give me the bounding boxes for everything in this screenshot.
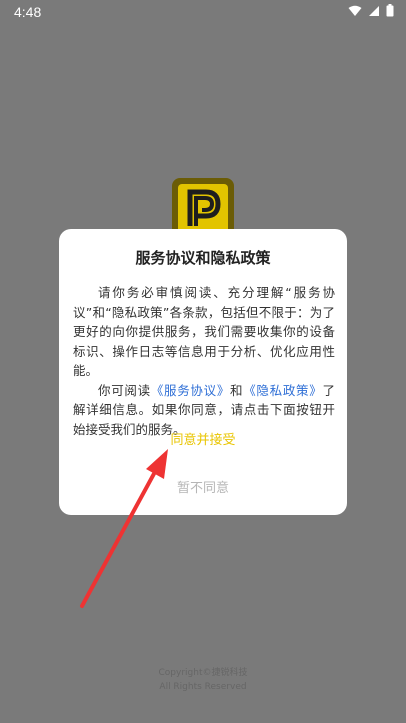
status-bar: 4:48 (0, 0, 406, 26)
status-icons (348, 4, 394, 17)
dialog-paragraph-1: 请你务必审慎阅读、充分理解“服务协议”和“隐私政策”各条款，包括但不限于：为了更… (73, 285, 335, 378)
footer: Copyright©捷锐科技 All Rights Reserved (0, 666, 406, 694)
copyright-text: Copyright©捷锐科技 (158, 668, 248, 678)
service-agreement-link[interactable]: 《服务协议》 (151, 383, 230, 398)
privacy-policy-link[interactable]: 《隐私政策》 (243, 383, 322, 398)
wifi-icon (348, 5, 362, 16)
paragraph-2-and: 和 (230, 382, 244, 398)
dialog-title: 服务协议和隐私政策 (135, 249, 271, 267)
disagree-button[interactable]: 暂不同意 (59, 477, 347, 496)
paragraph-2-prefix: 你可阅读 (98, 382, 151, 398)
signal-icon (369, 5, 379, 16)
dialog-body: 请你务必审慎阅读、充分理解“服务协议”和“隐私政策”各条款，包括但不限于：为了更… (73, 283, 335, 439)
rights-text: All Rights Reserved (159, 682, 247, 692)
agree-button[interactable]: 同意并接受 (59, 429, 347, 448)
status-time: 4:48 (14, 4, 42, 20)
privacy-dialog: 服务协议和隐私政策 请你务必审慎阅读、充分理解“服务协议”和“隐私政策”各条款，… (59, 229, 347, 515)
battery-icon (386, 4, 394, 17)
